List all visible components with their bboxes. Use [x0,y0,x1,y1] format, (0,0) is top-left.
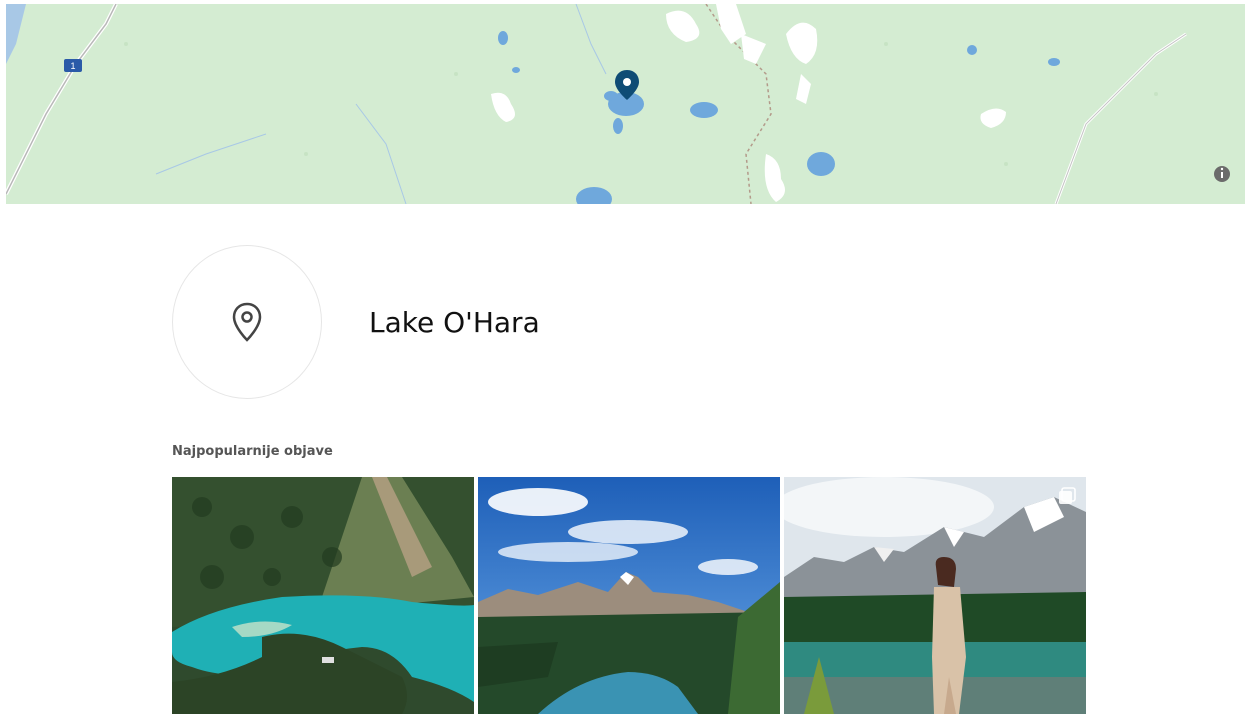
map-canvas: 1 [6,4,1245,204]
location-title: Lake O'Hara [369,306,540,339]
info-icon[interactable] [1214,166,1230,182]
post-image-mountain-lake [478,477,780,714]
location-map[interactable]: 1 [6,4,1245,204]
highway-shield: 1 [64,59,82,72]
location-avatar [172,245,322,399]
post-image-aerial-lake [172,477,474,714]
post-thumbnail[interactable] [172,477,474,714]
top-posts-grid [172,477,1086,714]
highway-shield-label: 1 [70,61,75,71]
post-thumbnail[interactable] [784,477,1086,714]
location-pin-outline-icon [232,302,262,342]
top-posts-heading: Najpopularnije objave [172,444,333,459]
multiple-photos-icon [1058,487,1076,505]
post-image-woman-lake [784,477,1086,714]
post-thumbnail[interactable] [478,477,780,714]
